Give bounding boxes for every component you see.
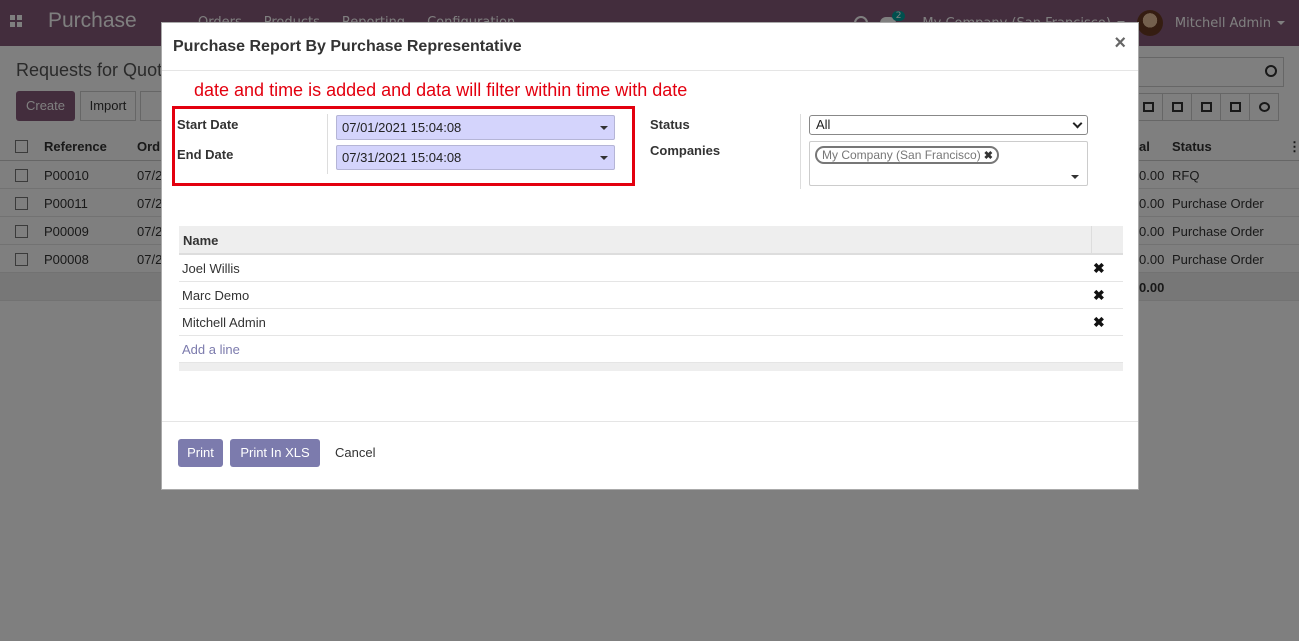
add-line-row: Add a line	[179, 336, 1123, 363]
delete-row-icon[interactable]: ✖	[1093, 287, 1105, 304]
end-date-input[interactable]: 07/31/2021 15:04:08	[336, 145, 615, 170]
remove-tag-icon[interactable]: ✖	[984, 149, 993, 163]
divider	[800, 114, 801, 189]
start-date-input[interactable]: 07/01/2021 15:04:08	[336, 115, 615, 140]
start-date-label: Start Date	[177, 117, 239, 132]
print-button[interactable]: Print	[178, 439, 223, 467]
annotation-text: date and time is added and data will fil…	[194, 80, 688, 100]
grid-footer	[179, 363, 1123, 371]
modal-header: Purchase Report By Purchase Representati…	[162, 23, 1138, 71]
divider	[327, 114, 328, 174]
company-tag-label: My Company (San Francisco)	[822, 148, 981, 162]
chevron-down-icon	[1072, 118, 1083, 129]
representatives-grid: Name Joel Willis ✖ Marc Demo ✖ Mitchell …	[179, 226, 1123, 371]
modal-title: Purchase Report By Purchase Representati…	[173, 38, 522, 55]
companies-label: Companies	[650, 143, 721, 158]
print-xls-button[interactable]: Print In XLS	[230, 439, 320, 467]
representative-name: Joel Willis	[182, 261, 240, 276]
column-name[interactable]: Name	[183, 233, 218, 248]
report-wizard-dialog: Purchase Report By Purchase Representati…	[161, 22, 1139, 490]
chevron-down-icon[interactable]	[1071, 175, 1079, 179]
end-date-label: End Date	[177, 147, 234, 162]
status-select[interactable]: All	[809, 115, 1088, 135]
list-item[interactable]: Mitchell Admin ✖	[179, 309, 1123, 336]
start-date-value: 07/01/2021 15:04:08	[342, 120, 462, 135]
representative-name: Marc Demo	[182, 288, 250, 303]
company-tag: My Company (San Francisco) ✖	[815, 146, 999, 164]
cancel-button[interactable]: Cancel	[335, 445, 375, 460]
grid-header: Name	[179, 226, 1123, 255]
add-line-link[interactable]: Add a line	[182, 342, 240, 357]
list-item[interactable]: Marc Demo ✖	[179, 282, 1123, 309]
delete-row-icon[interactable]: ✖	[1093, 260, 1105, 277]
status-value: All	[816, 117, 831, 132]
chevron-down-icon	[600, 156, 608, 160]
companies-field[interactable]: My Company (San Francisco) ✖	[809, 141, 1088, 186]
chevron-down-icon	[600, 126, 608, 130]
modal-footer: Print Print In XLS Cancel	[162, 421, 1138, 489]
list-item[interactable]: Joel Willis ✖	[179, 255, 1123, 282]
delete-row-icon[interactable]: ✖	[1093, 314, 1105, 331]
close-icon[interactable]: ×	[1114, 33, 1126, 53]
end-date-value: 07/31/2021 15:04:08	[342, 150, 462, 165]
column-separator	[1091, 226, 1092, 253]
representative-name: Mitchell Admin	[182, 315, 266, 330]
status-label: Status	[650, 117, 690, 132]
